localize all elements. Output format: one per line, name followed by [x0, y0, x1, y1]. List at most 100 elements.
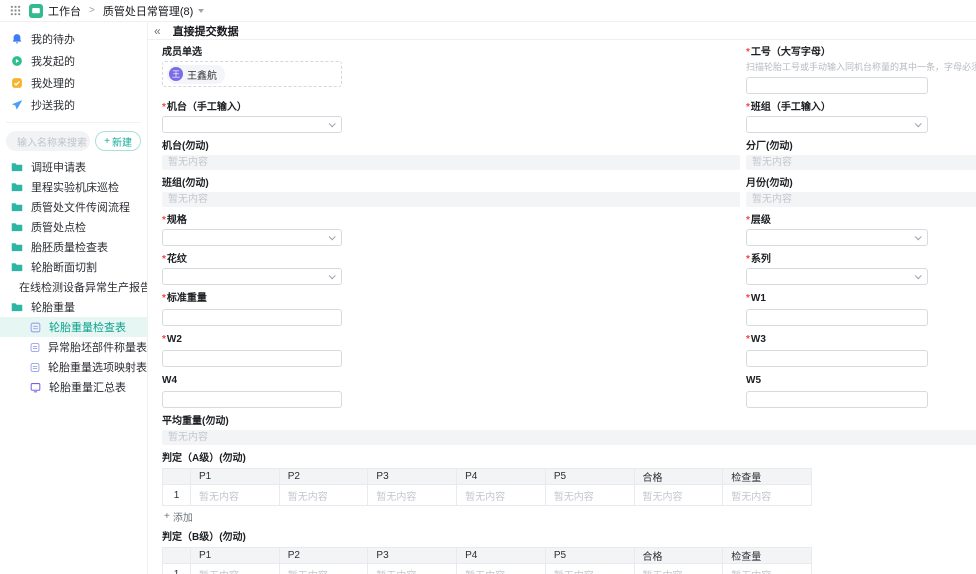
- series-select[interactable]: [746, 268, 928, 285]
- field-label: 标准重量: [166, 293, 207, 304]
- table-cell[interactable]: 暂无内容: [456, 484, 546, 506]
- sidebar-folder-mileage-inspection[interactable]: 里程实验机床巡检: [0, 177, 147, 197]
- sidebar-item-my-initiated[interactable]: 我发起的: [0, 50, 147, 72]
- chevron-down-icon: [328, 272, 336, 280]
- field-month-readonly: 月份(勿动) 暂无内容: [746, 177, 976, 207]
- table-cell[interactable]: 暂无内容: [722, 563, 812, 574]
- apps-grid-icon[interactable]: [10, 5, 21, 16]
- chevron-down-icon: [914, 233, 922, 241]
- table-cell[interactable]: 暂无内容: [190, 563, 280, 574]
- row-index: 1: [162, 563, 191, 574]
- pattern-select[interactable]: [162, 268, 342, 285]
- level-select[interactable]: [746, 229, 928, 246]
- sidebar-item-cc-me[interactable]: 抄送我的: [0, 94, 147, 116]
- main-header: « 直接提交数据: [148, 22, 976, 40]
- w1-input[interactable]: [746, 309, 928, 326]
- table-cell[interactable]: 暂无内容: [278, 484, 369, 506]
- field-label: 规格: [166, 215, 187, 226]
- table-cell[interactable]: 暂无内容: [544, 563, 635, 574]
- table-cell[interactable]: 暂无内容: [722, 484, 812, 506]
- required-asterisk: *: [162, 334, 166, 345]
- sidebar-folder-tire-section-cut[interactable]: 轮胎断面切割: [0, 257, 147, 277]
- chevron-down-icon: [914, 272, 922, 280]
- table-cell[interactable]: 暂无内容: [456, 563, 546, 574]
- sidebar-item-label: 轮胎重量: [31, 302, 75, 314]
- field-team-readonly: 班组(勿动) 暂无内容: [162, 177, 740, 207]
- w4-input[interactable]: [162, 391, 342, 408]
- col-header: P2: [278, 468, 369, 485]
- team-manual-select[interactable]: [746, 116, 928, 133]
- sidebar-item-my-handled[interactable]: 我处理的: [0, 72, 147, 94]
- table-row: 1 暂无内容 暂无内容 暂无内容 暂无内容 暂无内容 暂无内容 暂无内容: [162, 563, 812, 574]
- field-label: 机台（手工输入）: [166, 102, 247, 113]
- machine-manual-select[interactable]: [162, 116, 342, 133]
- sidebar-folder-shift-change[interactable]: 调班申请表: [0, 157, 147, 177]
- sidebar-form-tire-weight-check[interactable]: 轮胎重量检查表: [0, 317, 147, 337]
- field-label: 系列: [750, 254, 771, 265]
- sidebar-item-label: 抄送我的: [31, 100, 75, 112]
- field-label: W2: [166, 334, 182, 345]
- new-button[interactable]: + 新建: [95, 131, 141, 151]
- field-label: 机台(勿动): [162, 141, 209, 152]
- member-select-box[interactable]: 王 王鑫航: [162, 61, 342, 87]
- branch-readonly-value: 暂无内容: [746, 155, 976, 170]
- field-label: 班组(勿动): [162, 178, 209, 189]
- sidebar-form-option-mapping[interactable]: 轮胎重量选项映射表: [0, 357, 147, 377]
- table-header-row: P1 P2 P3 P4 P5 合格 检查量: [162, 468, 812, 485]
- col-header: P4: [456, 468, 546, 485]
- work-no-input[interactable]: [746, 77, 928, 94]
- page-title-dropdown[interactable]: 质管处日常管理(8): [103, 3, 205, 19]
- table-cell[interactable]: 暂无内容: [544, 484, 635, 506]
- sidebar-item-label: 在线检测设备异常生产报告单: [19, 282, 147, 294]
- field-w2: *W2: [162, 333, 740, 367]
- chevron-down-icon: [328, 233, 336, 241]
- sidebar-item-label: 里程实验机床巡检: [31, 182, 119, 194]
- col-header: P2: [278, 547, 369, 564]
- sidebar-folder-online-detect-report[interactable]: 在线检测设备异常生产报告单: [0, 277, 147, 297]
- col-header: P5: [544, 547, 635, 564]
- w2-input[interactable]: [162, 350, 342, 367]
- new-button-label: 新建: [112, 137, 132, 149]
- sidebar-item-my-todo[interactable]: 我的待办: [0, 28, 147, 50]
- sidebar-item-label: 胎胚质量检查表: [31, 242, 108, 254]
- sidebar-form-weight-summary[interactable]: 轮胎重量汇总表: [0, 377, 147, 397]
- field-label: W4: [162, 375, 177, 386]
- sidebar-folder-doc-circulation[interactable]: 质管处文件传阅流程: [0, 197, 147, 217]
- std-weight-input[interactable]: [162, 309, 342, 326]
- w5-input[interactable]: [746, 391, 928, 408]
- table-cell[interactable]: 暂无内容: [633, 563, 724, 574]
- spec-select[interactable]: [162, 229, 342, 246]
- workspace-breadcrumb[interactable]: 工作台: [29, 3, 81, 19]
- required-asterisk: *: [162, 102, 166, 113]
- field-spec: *规格: [162, 214, 740, 246]
- check-square-icon: [12, 78, 22, 88]
- add-row-button[interactable]: + 添加: [164, 509, 193, 524]
- field-series: *系列: [746, 253, 976, 285]
- tab-direct-submit[interactable]: 直接提交数据: [173, 23, 239, 39]
- col-header: 合格: [633, 468, 724, 485]
- main-panel: « 直接提交数据 成员单选 王 王鑫航 *工号（大写字母） 扫描轮胎工号或手动输…: [148, 22, 976, 574]
- field-work-no: *工号（大写字母） 扫描轮胎工号或手动输入同机台称量的其中一条，字母必须大写，工…: [746, 46, 976, 94]
- table-cell[interactable]: 暂无内容: [367, 563, 458, 574]
- sidebar-form-abnormal-part-weigh[interactable]: 异常胎坯部件称量表: [0, 337, 147, 357]
- sidebar-item-label: 质管处点检: [31, 222, 86, 234]
- field-std-weight: *标准重量: [162, 292, 740, 326]
- table-cell[interactable]: 暂无内容: [278, 563, 369, 574]
- judge-b-table: P1 P2 P3 P4 P5 合格 检查量 1 暂无内容 暂无内容 暂无内容 暂…: [162, 547, 812, 574]
- w3-input[interactable]: [746, 350, 928, 367]
- col-header: 检查量: [722, 547, 812, 564]
- table-row: 1 暂无内容 暂无内容 暂无内容 暂无内容 暂无内容 暂无内容 暂无内容: [162, 484, 812, 506]
- add-row-label: 添加: [172, 513, 193, 524]
- sidebar-folder-green-tire-check[interactable]: 胎胚质量检查表: [0, 237, 147, 257]
- field-branch-readonly: 分厂(勿动) 暂无内容: [746, 140, 976, 170]
- judge-b-section: 判定（B级）(勿动) P1 P2 P3 P4 P5 合格 检查量 1: [162, 531, 976, 574]
- field-label: W3: [750, 334, 766, 345]
- member-tag: 王 王鑫航: [167, 64, 225, 84]
- collapse-sidebar-icon[interactable]: «: [154, 25, 161, 37]
- sidebar-folder-tire-weight[interactable]: 轮胎重量: [0, 297, 147, 317]
- search-input[interactable]: 输入名称来搜索: [6, 131, 91, 151]
- table-cell[interactable]: 暂无内容: [367, 484, 458, 506]
- table-cell[interactable]: 暂无内容: [190, 484, 280, 506]
- table-cell[interactable]: 暂无内容: [633, 484, 724, 506]
- sidebar-folder-spot-check[interactable]: 质管处点检: [0, 217, 147, 237]
